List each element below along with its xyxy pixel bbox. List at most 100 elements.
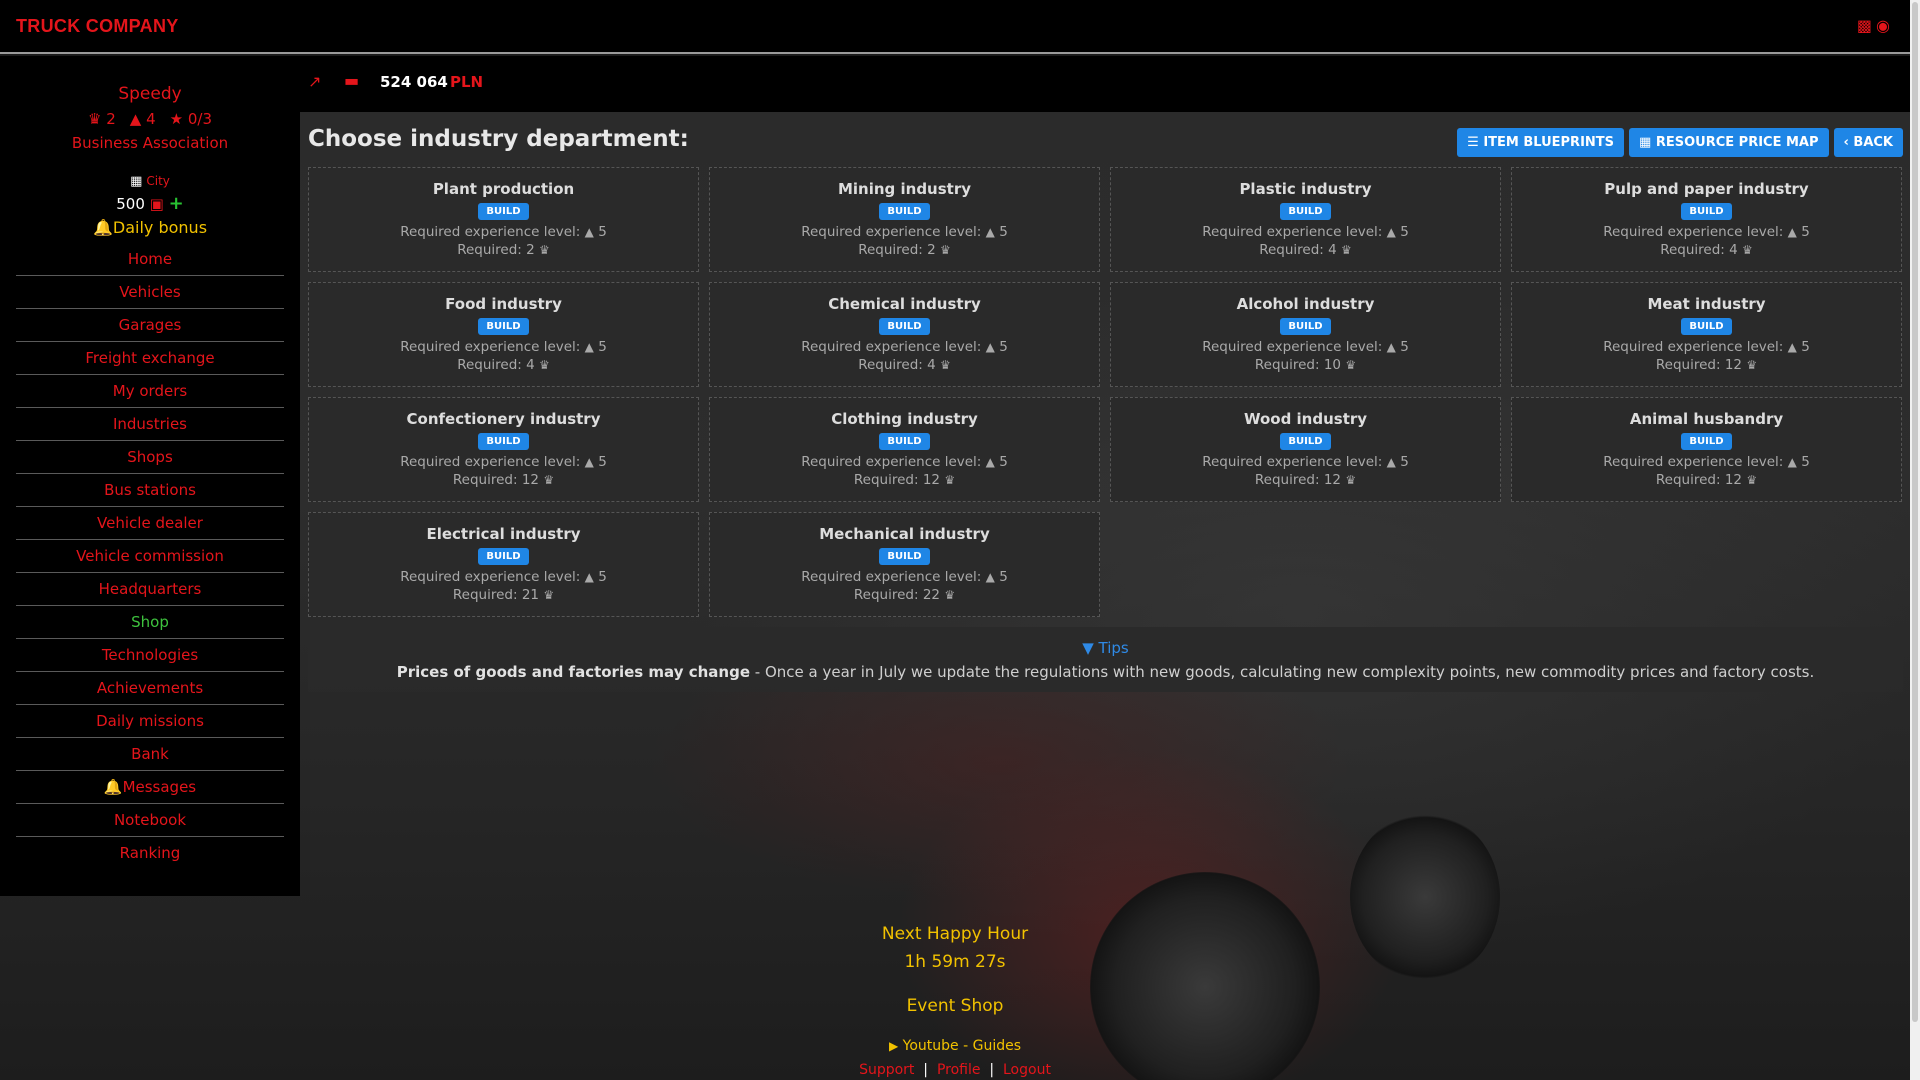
required-label: Required:	[1655, 472, 1721, 488]
sidebar-item-home[interactable]: Home	[16, 243, 284, 276]
required-value: 4	[927, 357, 936, 373]
industry-card: Mining industry BUILD Required experience …	[709, 167, 1100, 272]
item-blueprints-button[interactable]: ☰ ITEM BLUEPRINTS	[1457, 128, 1625, 157]
sidebar-item-vehicle-commission[interactable]: Vehicle commission	[16, 540, 284, 573]
scrollbar-thumb[interactable]	[1912, 2, 1918, 1022]
event-shop-link[interactable]: Event Shop	[300, 996, 1610, 1016]
required-crowns: Required: 22 ♛	[710, 587, 1099, 603]
required-experience-label: Required experience level:	[1202, 339, 1383, 355]
sidebar-menu: Home Vehicles Garages Freight exchange M…	[16, 243, 284, 870]
required-value: 12	[1724, 472, 1743, 488]
industry-card: Food industry BUILD Required experience le…	[308, 282, 699, 387]
sidebar-item-achievements[interactable]: Achievements	[16, 672, 284, 705]
required-value: 12	[922, 472, 941, 488]
token-balance: 500 ▣ +	[0, 193, 300, 214]
build-button[interactable]: BUILD	[879, 203, 930, 220]
required-label: Required:	[457, 242, 522, 258]
required-label: Required:	[1254, 357, 1320, 373]
crown-icon: ♛	[1345, 358, 1357, 372]
profile-link[interactable]: Profile	[937, 1062, 981, 1078]
build-button[interactable]: BUILD	[1681, 318, 1732, 335]
sidebar-item-vehicles[interactable]: Vehicles	[16, 276, 284, 309]
support-link[interactable]: Support	[859, 1062, 914, 1078]
build-button[interactable]: BUILD	[1681, 203, 1732, 220]
brand-logo[interactable]: TRUCK COMPANY	[16, 16, 179, 37]
resource-price-map-label: RESOURCE PRICE MAP	[1655, 135, 1819, 150]
required-experience-value: 5	[999, 339, 1008, 355]
crown-icon: ♛	[543, 473, 555, 487]
tips-toggle[interactable]: ▼ Tips	[308, 639, 1903, 657]
scrollbar[interactable]	[1910, 0, 1920, 1080]
required-label: Required:	[452, 587, 518, 603]
youtube-guides-link[interactable]: ▶ Youtube - Guides	[300, 1038, 1610, 1054]
required-experience-label: Required experience level:	[400, 569, 581, 585]
industry-card: Chemical industry BUILD Required experienc…	[709, 282, 1100, 387]
required-value: 2	[927, 242, 936, 258]
daily-bonus-link[interactable]: 🔔Daily bonus	[0, 218, 300, 237]
action-buttons: ☰ ITEM BLUEPRINTS ▦ RESOURCE PRICE MAP ‹…	[1457, 128, 1903, 157]
hat-icon: ▲	[1787, 455, 1797, 469]
location[interactable]: ▦ City	[0, 174, 300, 189]
chart-icon[interactable]: ↗	[308, 72, 321, 91]
sidebar-item-daily-missions[interactable]: Daily missions	[16, 705, 284, 738]
industry-name: Electrical industry	[426, 525, 581, 543]
required-label: Required:	[853, 472, 919, 488]
sidebar-item-garages[interactable]: Garages	[16, 309, 284, 342]
required-label: Required:	[1660, 242, 1725, 258]
balance-amount: 524 064	[380, 73, 448, 91]
sidebar-item-shops[interactable]: Shops	[16, 441, 284, 474]
required-experience-label: Required experience level:	[400, 454, 581, 470]
hat-count: 4	[146, 110, 156, 128]
add-tokens-button[interactable]: +	[169, 193, 184, 214]
build-button[interactable]: BUILD	[879, 433, 930, 450]
industry-name: Confectionery industry	[406, 410, 601, 428]
sidebar-item-bank[interactable]: Bank	[16, 738, 284, 771]
sidebar-item-technologies[interactable]: Technologies	[16, 639, 284, 672]
resource-price-map-button[interactable]: ▦ RESOURCE PRICE MAP	[1629, 128, 1829, 157]
back-button[interactable]: ‹ BACK	[1833, 128, 1903, 157]
build-button[interactable]: BUILD	[879, 318, 930, 335]
required-experience: Required experience level: ▲ 5	[710, 454, 1099, 470]
required-experience-value: 5	[1801, 339, 1810, 355]
required-experience: Required experience level: ▲ 5	[710, 224, 1099, 240]
bell-icon: 🔔	[92, 218, 113, 237]
industry-card: Alcohol industry BUILD Required experience…	[1110, 282, 1501, 387]
industry-card: Confectionery industry BUILD Required expe…	[308, 397, 699, 502]
wallet-icon[interactable]: ▬	[344, 71, 359, 90]
build-button[interactable]: BUILD	[478, 548, 529, 565]
build-button[interactable]: BUILD	[478, 318, 529, 335]
sidebar-item-notebook[interactable]: Notebook	[16, 804, 284, 837]
build-button[interactable]: BUILD	[1280, 318, 1331, 335]
logout-link[interactable]: Logout	[1003, 1062, 1051, 1078]
build-button[interactable]: BUILD	[1681, 433, 1732, 450]
build-button[interactable]: BUILD	[1280, 203, 1331, 220]
required-experience-label: Required experience level:	[1603, 454, 1784, 470]
industry-name: Mining industry	[837, 180, 972, 198]
truck-icon[interactable]: ▩	[1857, 16, 1872, 35]
build-button[interactable]: BUILD	[1280, 433, 1331, 450]
required-experience-label: Required experience level:	[1603, 224, 1784, 240]
sidebar-item-ranking[interactable]: Ranking	[16, 837, 284, 870]
required-value: 12	[521, 472, 540, 488]
username[interactable]: Speedy	[0, 84, 300, 104]
sidebar-item-my-orders[interactable]: My orders	[16, 375, 284, 408]
required-crowns: Required: 12 ♛	[1512, 472, 1901, 488]
toggle-icon[interactable]: ◉	[1876, 16, 1890, 35]
sidebar-item-headquarters[interactable]: Headquarters	[16, 573, 284, 606]
build-button[interactable]: BUILD	[879, 548, 930, 565]
chevron-left-icon: ‹	[1843, 135, 1849, 150]
sidebar-item-industries[interactable]: Industries	[16, 408, 284, 441]
build-button[interactable]: BUILD	[478, 433, 529, 450]
sidebar-item-bus-stations[interactable]: Bus stations	[16, 474, 284, 507]
sidebar-item-messages[interactable]: 🔔Messages	[16, 771, 284, 804]
required-label: Required:	[1254, 472, 1320, 488]
sidebar-item-shop[interactable]: Shop	[16, 606, 284, 639]
crown-icon: ♛	[543, 588, 555, 602]
user-stats: ♛ 2 ▲ 4 ★ 0/3	[0, 110, 300, 128]
tips-panel: ▼ Tips Prices of goods and factories may…	[308, 627, 1903, 692]
sidebar-item-vehicle-dealer[interactable]: Vehicle dealer	[16, 507, 284, 540]
build-button[interactable]: BUILD	[478, 203, 529, 220]
industry-card: Plant production BUILD Required experience…	[308, 167, 699, 272]
sidebar-item-freight-exchange[interactable]: Freight exchange	[16, 342, 284, 375]
association-link[interactable]: Business Association	[0, 134, 300, 152]
